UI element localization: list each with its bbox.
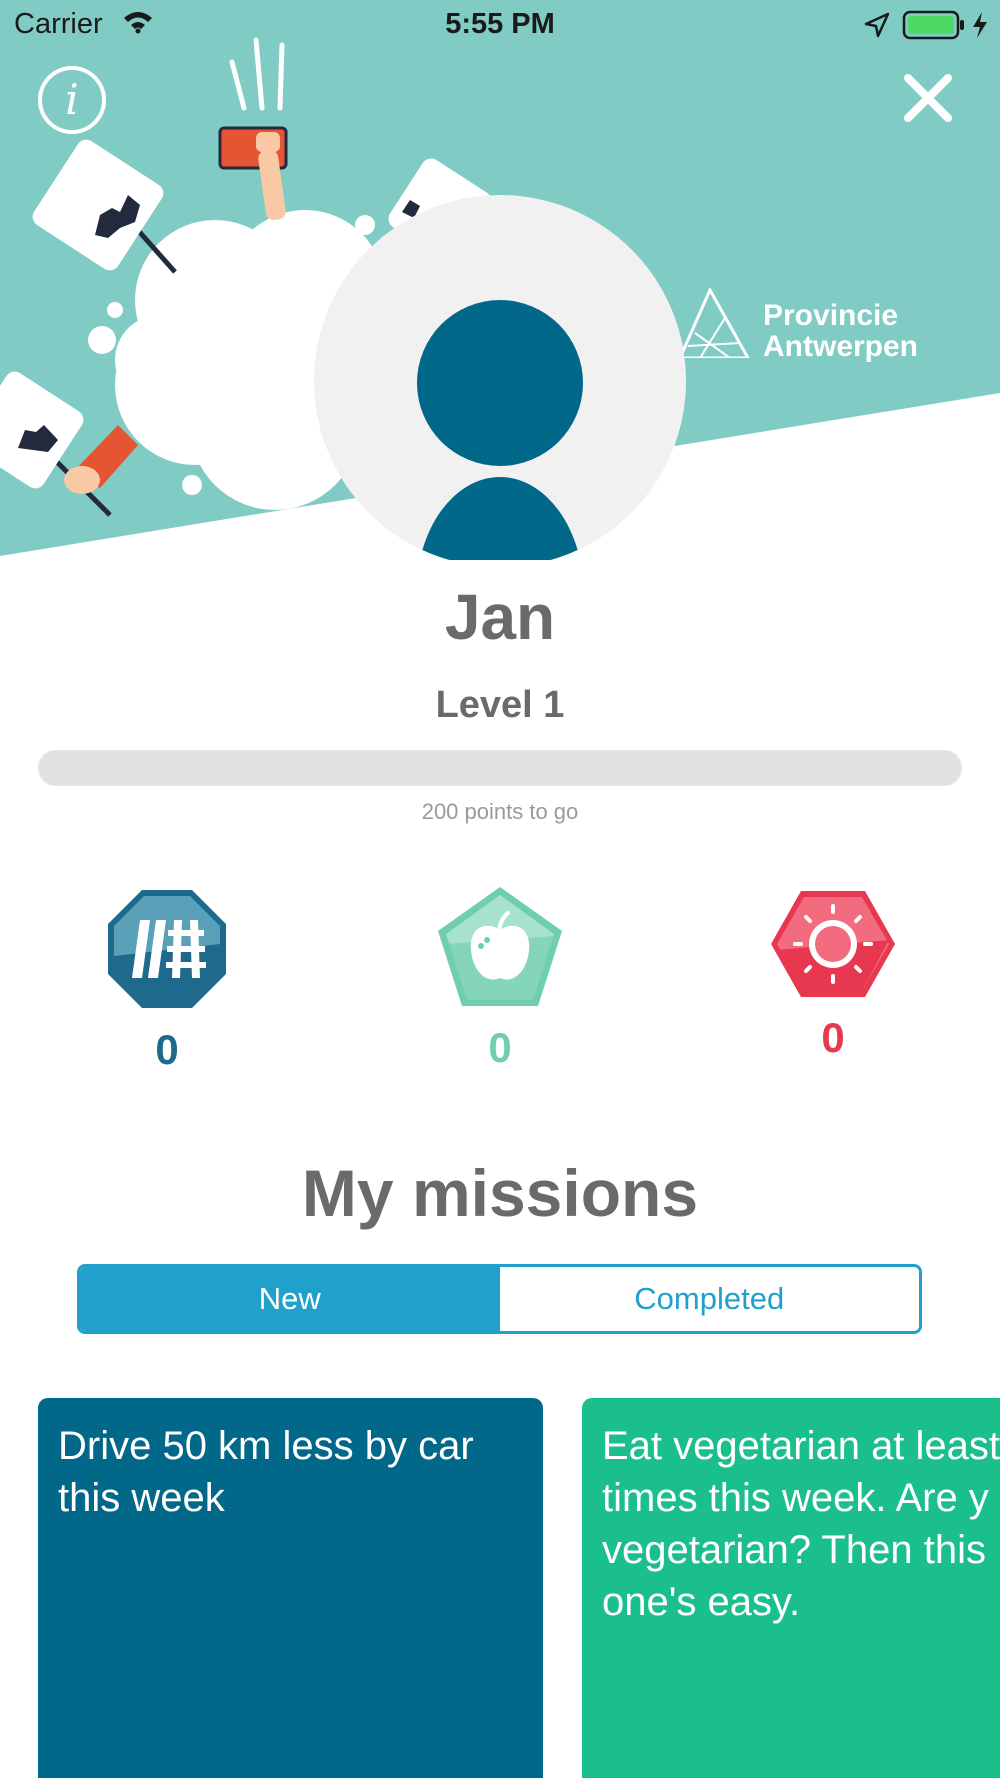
charging-bolt-icon xyxy=(973,12,987,38)
mission-card[interactable]: Drive 50 km less by car this week xyxy=(38,1398,543,1778)
info-button[interactable]: i xyxy=(38,66,106,134)
province-logo-icon xyxy=(680,288,750,358)
brand-line-1: Provincie xyxy=(763,299,899,332)
status-bar: Carrier 5:55 PM xyxy=(0,0,1000,50)
brand-line-2: Antwerpen xyxy=(763,330,919,363)
user-silhouette-icon xyxy=(417,300,583,560)
tab-completed[interactable]: Completed xyxy=(499,1267,919,1331)
progress-caption: 200 points to go xyxy=(421,799,579,824)
badge-transport[interactable]: 0 xyxy=(97,886,237,1074)
info-icon: i xyxy=(65,75,79,124)
rail-track-icon xyxy=(108,890,226,1008)
header-banner: Carrier 5:55 PM i Provincie Antwerpen xyxy=(0,0,1000,560)
badge-energy[interactable]: 0 xyxy=(763,888,903,1062)
badge-energy-count: 0 xyxy=(821,1014,845,1061)
mission-text-line: Eat vegetarian at least xyxy=(602,1424,1000,1468)
apple-icon xyxy=(438,887,562,1006)
tab-new[interactable]: New xyxy=(80,1267,500,1331)
user-name: Jan xyxy=(444,581,556,653)
level-label: Level 1 xyxy=(435,684,565,726)
location-arrow-icon xyxy=(864,12,890,38)
mission-text-line: this week xyxy=(58,1476,225,1520)
avatar[interactable] xyxy=(314,195,686,560)
battery-icon xyxy=(902,10,964,40)
status-time: 5:55 PM xyxy=(445,8,555,40)
missions-title: My missions xyxy=(301,1156,699,1230)
badge-food[interactable]: 0 xyxy=(430,884,570,1072)
mission-text-line: one's easy. xyxy=(602,1580,801,1624)
brand-name: Provincie Antwerpen xyxy=(763,300,918,362)
mission-text-line: Drive 50 km less by car xyxy=(58,1424,474,1468)
close-icon[interactable] xyxy=(900,70,956,126)
missions-segmented-control: New Completed xyxy=(77,1264,922,1334)
level-progress-bar xyxy=(38,750,962,786)
badge-transport-count: 0 xyxy=(155,1026,179,1073)
mission-text-line: times this week. Are y xyxy=(602,1476,989,1520)
mission-text-line: vegetarian? Then this xyxy=(602,1528,986,1572)
sun-icon xyxy=(771,891,895,997)
mission-card[interactable]: Eat vegetarian at least times this week.… xyxy=(582,1398,1000,1778)
badge-food-count: 0 xyxy=(488,1024,512,1071)
